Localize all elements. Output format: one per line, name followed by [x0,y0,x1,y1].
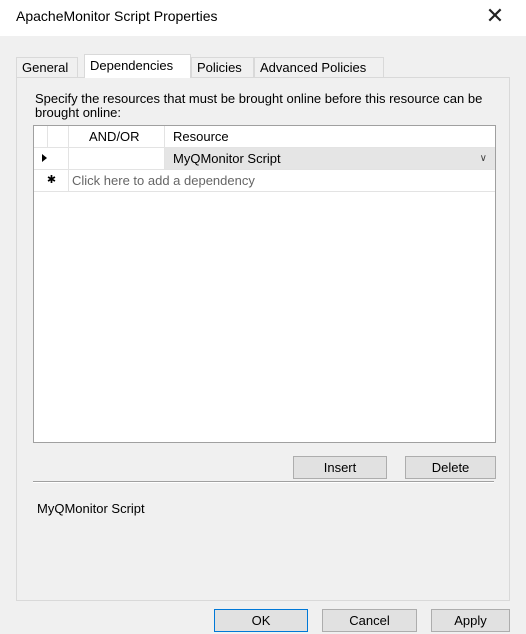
tab-dependencies[interactable]: Dependencies [84,54,191,78]
delete-button[interactable]: Delete [405,456,496,479]
chevron-down-icon[interactable]: ∨ [480,148,487,169]
dependencies-grid[interactable]: AND/OR Resource MyQMonitor Script ∨ ✱ Cl… [33,125,496,443]
new-row[interactable]: ✱ Click here to add a dependency [34,170,495,192]
column-header-resource[interactable]: Resource [165,126,495,147]
row-selector-header [34,126,48,147]
tab-advanced-policies[interactable]: Advanced Policies [254,57,384,77]
ok-button[interactable]: OK [214,609,308,632]
column-header-and-or[interactable]: AND/OR [69,126,165,147]
row-selector-new[interactable]: ✱ [34,170,69,191]
instructions-text: Specify the resources that must be broug… [35,91,483,120]
row-selector[interactable] [34,148,69,169]
grid-header-row: AND/OR Resource [34,126,495,148]
tab-general[interactable]: General [16,57,78,77]
current-row-arrow-icon [42,154,47,162]
row-header-spacer [48,126,69,147]
add-dependency-placeholder[interactable]: Click here to add a dependency [69,170,495,191]
insert-button[interactable]: Insert [293,456,387,479]
resource-dropdown-value: MyQMonitor Script [173,151,281,166]
close-icon[interactable]: ✕ [484,5,506,28]
tab-policies[interactable]: Policies [191,57,254,77]
divider [33,481,494,483]
selected-resource-text: MyQMonitor Script [37,501,145,516]
resource-dropdown[interactable]: MyQMonitor Script ∨ [165,148,495,169]
cancel-button[interactable]: Cancel [322,609,417,632]
window-title: ApacheMonitor Script Properties [16,8,218,24]
table-row[interactable]: MyQMonitor Script ∨ [34,148,495,170]
dialog-body: General Dependencies Policies Advanced P… [0,36,526,634]
and-or-cell[interactable] [69,148,165,169]
apply-button[interactable]: Apply [431,609,510,632]
new-row-asterisk-icon: ✱ [46,174,57,186]
dependencies-panel: Specify the resources that must be broug… [16,77,510,601]
